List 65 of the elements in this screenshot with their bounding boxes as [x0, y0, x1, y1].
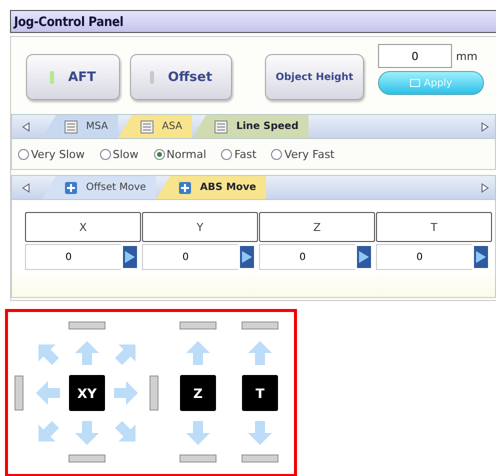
arrow-up-icon[interactable]	[186, 341, 210, 365]
apply-icon	[410, 79, 420, 87]
axis-input-field[interactable]: 0	[25, 244, 121, 270]
height-input-field[interactable]: 0	[378, 44, 452, 68]
arrow-down-icon[interactable]	[186, 421, 210, 445]
axis-header: T	[376, 212, 492, 242]
arrow-up-right-icon[interactable]	[114, 344, 136, 366]
go-button[interactable]	[121, 244, 139, 270]
axis-jog-button[interactable]: XY	[69, 375, 105, 411]
speed-radio[interactable]: Fast	[221, 148, 256, 160]
go-button[interactable]	[355, 244, 373, 270]
arrow-right-icon[interactable]	[114, 381, 138, 405]
arrow-down-icon[interactable]	[75, 421, 99, 445]
tab[interactable]: Offset Move	[42, 176, 156, 199]
arrow-left-icon[interactable]	[36, 381, 60, 405]
tab[interactable]: ABS Move	[156, 176, 266, 199]
play-icon	[475, 250, 487, 264]
go-button[interactable]	[472, 244, 490, 270]
mode-toggle-button[interactable]: Offset	[130, 54, 232, 100]
tab[interactable]: ASA	[118, 115, 192, 138]
limit-bar[interactable]	[68, 322, 106, 330]
arrow-down-right-icon[interactable]	[114, 420, 136, 442]
limit-bar[interactable]	[180, 454, 216, 462]
limit-bar[interactable]	[68, 454, 106, 462]
unit-label: mm	[456, 50, 478, 62]
limit-bar[interactable]	[180, 322, 216, 330]
axis-input-field[interactable]: 0	[376, 244, 472, 270]
tab[interactable]: MSA	[42, 115, 118, 138]
arrow-up-icon[interactable]	[75, 341, 99, 365]
axis-jog-button[interactable]: T	[242, 375, 278, 411]
arrow-down-icon[interactable]	[248, 421, 272, 445]
limit-bar[interactable]	[14, 376, 24, 410]
move-icon	[64, 180, 78, 194]
scroll-left-icon[interactable]	[22, 182, 30, 192]
arrow-up-left-icon[interactable]	[38, 344, 60, 366]
go-button[interactable]	[238, 244, 256, 270]
play-icon	[241, 250, 253, 264]
arrow-down-left-icon[interactable]	[38, 420, 60, 442]
mode-toggle-button[interactable]: AFT	[26, 54, 120, 100]
play-icon	[358, 250, 370, 264]
scroll-right-icon[interactable]	[481, 122, 489, 132]
speed-radio[interactable]: Normal	[154, 148, 206, 160]
panel-title: Jog-Control Panel	[12, 15, 124, 30]
limit-bar[interactable]	[150, 376, 158, 410]
axis-jog-button[interactable]: Z	[180, 375, 216, 411]
list-icon	[140, 120, 154, 134]
list-icon	[214, 120, 228, 134]
limit-bar[interactable]	[242, 322, 278, 330]
axis-header: Z	[259, 212, 375, 242]
tab[interactable]: Line Speed	[192, 115, 308, 138]
arrow-up-icon[interactable]	[248, 341, 272, 365]
axis-header: X	[25, 212, 141, 242]
speed-radio[interactable]: Very Fast	[271, 148, 334, 160]
speed-radio[interactable]: Very Slow	[18, 148, 85, 160]
move-icon	[178, 180, 192, 194]
object-height-button[interactable]: Object Height	[265, 54, 364, 100]
limit-bar[interactable]	[242, 454, 278, 462]
scroll-right-icon[interactable]	[481, 182, 489, 192]
play-icon	[124, 250, 136, 264]
speed-radio[interactable]: Slow	[100, 148, 138, 160]
scroll-left-icon[interactable]	[22, 122, 30, 132]
axis-header: Y	[142, 212, 258, 242]
list-icon	[64, 120, 78, 134]
axis-input-field[interactable]: 0	[259, 244, 355, 270]
axis-input-field[interactable]: 0	[142, 244, 238, 270]
